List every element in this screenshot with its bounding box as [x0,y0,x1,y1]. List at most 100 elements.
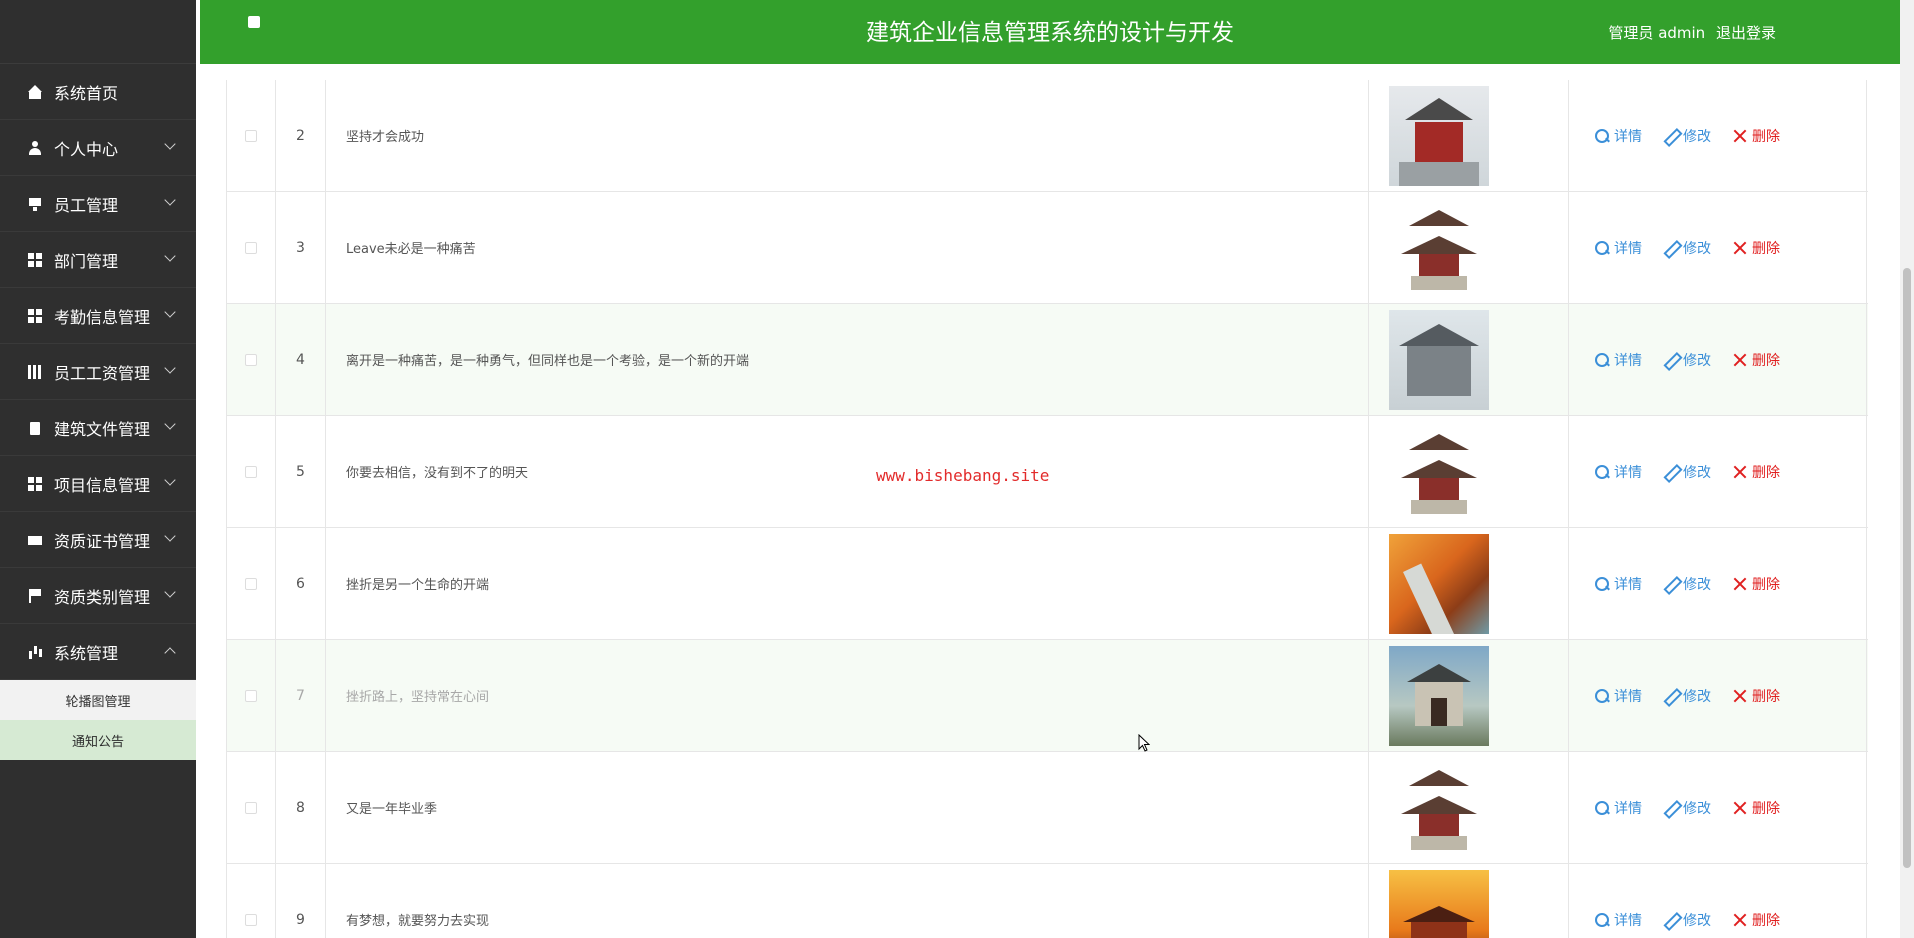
search-icon [1594,800,1610,816]
sidebar-item-home[interactable]: 系统首页 [0,64,196,120]
detail-label: 详情 [1614,464,1642,481]
detail-button[interactable]: 详情 [1594,686,1642,706]
temple-gate-image [1389,645,1489,746]
detail-label: 详情 [1614,352,1642,369]
edit-label: 修改 [1683,464,1711,481]
row-number: 9 [276,864,326,938]
row-checkbox-cell [226,528,276,639]
row-number: 7 [276,640,326,751]
detail-button[interactable]: 详情 [1594,238,1642,258]
close-icon [1732,352,1748,368]
row-number: 2 [276,80,326,191]
row-title: 又是一年毕业季 [326,752,1369,863]
great-wall-image [1389,533,1489,634]
delete-button[interactable]: 删除 [1732,798,1780,818]
pencil-icon [1663,352,1679,368]
edit-button[interactable]: 修改 [1663,574,1711,594]
row-checkbox-cell [226,416,276,527]
clipboard-icon [28,421,42,435]
delete-label: 删除 [1752,576,1780,593]
chevron-down-icon [164,586,176,598]
sidebar-item-department[interactable]: 部门管理 [0,232,196,288]
row-image-cell [1369,864,1569,938]
delete-button[interactable]: 删除 [1732,462,1780,482]
sidebar-item-projects[interactable]: 项目信息管理 [0,456,196,512]
detail-button[interactable]: 详情 [1594,126,1642,146]
delete-button[interactable]: 删除 [1732,350,1780,370]
sidebar-item-cert-category[interactable]: 资质类别管理 [0,568,196,624]
row-number: 3 [276,192,326,303]
row-checkbox-cell [226,80,276,191]
chevron-down-icon [164,418,176,430]
sidebar-item-files[interactable]: 建筑文件管理 [0,400,196,456]
row-checkbox-cell [226,752,276,863]
row-checkbox[interactable] [245,801,257,814]
vertical-scrollbar[interactable] [1900,0,1914,938]
chevron-down-icon [164,194,176,206]
table-row: 4 离开是一种痛苦，是一种勇气，但同样也是一个考验，是一个新的开端 详情 修改 … [226,304,1868,416]
grid-icon [28,476,42,491]
sidebar-subitem-carousel[interactable]: 轮播图管理 [0,680,196,720]
detail-button[interactable]: 详情 [1594,462,1642,482]
edit-button[interactable]: 修改 [1663,350,1711,370]
logout-button[interactable]: 退出登录 [1716,24,1776,42]
edit-button[interactable]: 修改 [1663,910,1711,930]
row-checkbox[interactable] [245,913,257,926]
row-title: Leave未必是一种痛苦 [326,192,1369,303]
delete-button[interactable]: 删除 [1732,574,1780,594]
row-checkbox[interactable] [245,465,257,478]
sidebar-submenu: 轮播图管理 通知公告 [0,680,196,760]
row-actions: 详情 修改 删除 [1569,304,1867,415]
row-checkbox[interactable] [245,689,257,702]
row-checkbox[interactable] [245,129,257,142]
chevron-down-icon [164,138,176,150]
edit-button[interactable]: 修改 [1663,798,1711,818]
user-label: 管理员 admin [1608,24,1706,42]
sidebar-item-attendance[interactable]: 考勤信息管理 [0,288,196,344]
detail-button[interactable]: 详情 [1594,798,1642,818]
row-title: 有梦想，就要努力去实现 [326,864,1369,938]
delete-button[interactable]: 删除 [1732,126,1780,146]
sidebar-item-employee[interactable]: 员工管理 [0,176,196,232]
row-title: 挫折是另一个生命的开端 [326,528,1369,639]
sunset-palace-image [1389,869,1489,938]
bar-chart-icon [28,645,42,659]
table-icon [28,364,42,379]
scrollbar-thumb[interactable] [1903,268,1911,868]
row-title: 坚持才会成功 [326,80,1369,191]
row-image-cell [1369,304,1569,415]
sidebar-item-label: 部门管理 [54,251,119,271]
edit-button[interactable]: 修改 [1663,462,1711,482]
sidebar-subitem-notice[interactable]: 通知公告 [0,720,196,760]
edit-button[interactable]: 修改 [1663,126,1711,146]
sidebar-item-personal-center[interactable]: 个人中心 [0,120,196,176]
edit-button[interactable]: 修改 [1663,238,1711,258]
mouse-cursor-icon [1138,734,1150,752]
edit-label: 修改 [1683,128,1711,145]
detail-button[interactable]: 详情 [1594,910,1642,930]
gray-house-image [1389,309,1489,410]
row-checkbox[interactable] [245,577,257,590]
delete-button[interactable]: 删除 [1732,686,1780,706]
delete-button[interactable]: 删除 [1732,910,1780,930]
edit-button[interactable]: 修改 [1663,686,1711,706]
pencil-icon [1663,688,1679,704]
sidebar-item-label: 员工工资管理 [54,363,151,383]
sidebar-item-certificates[interactable]: 资质证书管理 [0,512,196,568]
row-checkbox[interactable] [245,241,257,254]
row-actions: 详情 修改 删除 [1569,528,1867,639]
row-actions: 详情 修改 删除 [1569,864,1867,938]
delete-button[interactable]: 删除 [1732,238,1780,258]
sidebar-item-label: 员工管理 [54,195,119,215]
sidebar-item-label: 系统首页 [54,83,119,103]
chevron-down-icon [164,474,176,486]
detail-label: 详情 [1614,240,1642,257]
detail-button[interactable]: 详情 [1594,574,1642,594]
row-checkbox[interactable] [245,353,257,366]
ticket-icon [28,533,42,547]
edit-label: 修改 [1683,800,1711,817]
detail-button[interactable]: 详情 [1594,350,1642,370]
sidebar-item-system[interactable]: 系统管理 [0,624,196,680]
sidebar-item-salary[interactable]: 员工工资管理 [0,344,196,400]
table-row: 3 Leave未必是一种痛苦 详情 修改 删除 [226,192,1868,304]
